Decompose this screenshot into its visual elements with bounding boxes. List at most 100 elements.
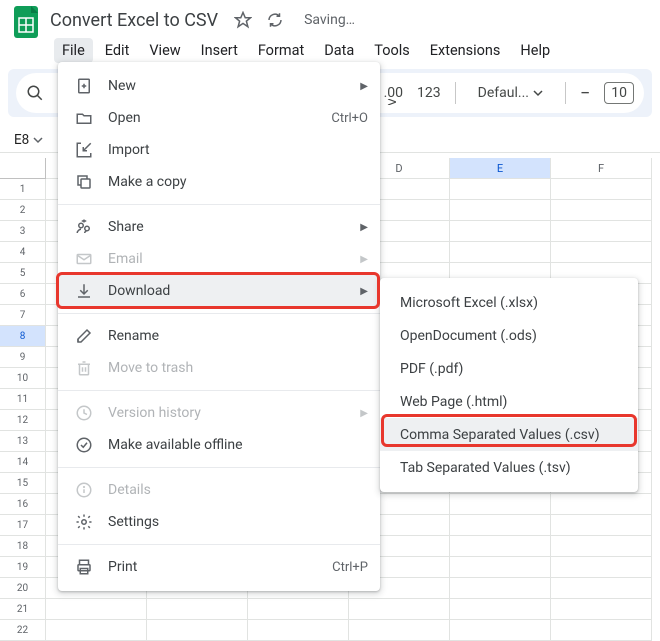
doc-title[interactable]: Convert Excel to CSV [50, 10, 218, 31]
font-picker[interactable]: Defaul... [470, 81, 551, 105]
divider [58, 390, 380, 391]
row-header-11[interactable]: 11 [0, 389, 46, 410]
menu-open[interactable]: Open Ctrl+O [58, 102, 380, 134]
row-header-4[interactable]: 4 [0, 242, 46, 263]
menu-download[interactable]: Download ▶ [58, 275, 380, 307]
row-header-10[interactable]: 10 [0, 368, 46, 389]
font-size-minus[interactable]: − [580, 83, 590, 104]
cell-E20[interactable] [450, 578, 551, 599]
font-name: Defaul... [478, 85, 529, 101]
star-icon[interactable] [234, 11, 252, 29]
cell-E3[interactable] [450, 221, 551, 242]
menu-insert[interactable]: Insert [193, 38, 246, 63]
download-xlsx[interactable]: Microsoft Excel (.xlsx) [380, 286, 638, 319]
trash-icon [74, 359, 94, 377]
download-ods[interactable]: OpenDocument (.ods) [380, 319, 638, 352]
col-header-F[interactable]: F [551, 158, 652, 179]
menu-offline[interactable]: Make available offline [58, 429, 380, 461]
increase-decimal[interactable]: .00 [384, 85, 403, 101]
menu-print[interactable]: Print Ctrl+P [58, 551, 380, 583]
row-header-22[interactable]: 22 [0, 620, 46, 641]
menu-settings[interactable]: Settings [58, 506, 380, 538]
divider [58, 313, 380, 314]
row-header-15[interactable]: 15 [0, 473, 46, 494]
submenu-arrow-icon: ▶ [360, 408, 368, 419]
col-header-E[interactable]: E [450, 158, 551, 179]
row-header-5[interactable]: 5 [0, 263, 46, 284]
cell-F20[interactable] [551, 578, 652, 599]
menu-data[interactable]: Data [316, 38, 362, 63]
row-header-12[interactable]: 12 [0, 410, 46, 431]
file-menu-dropdown: New ▶ Open Ctrl+O Import Make a copy Sha… [58, 62, 380, 591]
row-header-1[interactable]: 1 [0, 179, 46, 200]
cell-D22[interactable] [349, 620, 450, 641]
row-header-8[interactable]: 8 [0, 326, 46, 347]
menu-rename[interactable]: Rename [58, 320, 380, 352]
row-header-17[interactable]: 17 [0, 515, 46, 536]
cell-F4[interactable] [551, 242, 652, 263]
cell-F19[interactable] [551, 557, 652, 578]
row-header-3[interactable]: 3 [0, 221, 46, 242]
row-header-19[interactable]: 19 [0, 557, 46, 578]
search-icon[interactable] [26, 84, 44, 102]
download-html[interactable]: Web Page (.html) [380, 385, 638, 418]
cell-E18[interactable] [450, 536, 551, 557]
cell-E4[interactable] [450, 242, 551, 263]
divider [58, 544, 380, 545]
menu-extensions[interactable]: Extensions [422, 38, 509, 63]
cell-E17[interactable] [450, 515, 551, 536]
offline-icon [74, 436, 94, 454]
cell-F2[interactable] [551, 200, 652, 221]
row-header-13[interactable]: 13 [0, 431, 46, 452]
cell-E16[interactable] [450, 494, 551, 515]
email-icon [74, 250, 94, 268]
row-header-9[interactable]: 9 [0, 347, 46, 368]
row-header-16[interactable]: 16 [0, 494, 46, 515]
divider [58, 467, 380, 468]
divider [58, 204, 380, 205]
menu-help[interactable]: Help [512, 38, 558, 63]
titlebar: Convert Excel to CSV Saving… [0, 0, 660, 34]
menu-email: Email ▶ [58, 243, 380, 275]
cell-B22[interactable] [147, 620, 248, 641]
cell-E1[interactable] [450, 179, 551, 200]
menu-make-copy[interactable]: Make a copy [58, 166, 380, 198]
row-header-2[interactable]: 2 [0, 200, 46, 221]
row-header-18[interactable]: 18 [0, 536, 46, 557]
row-header-14[interactable]: 14 [0, 452, 46, 473]
cell-E2[interactable] [450, 200, 551, 221]
new-file-icon [74, 77, 94, 95]
cell-F18[interactable] [551, 536, 652, 557]
row-header-6[interactable]: 6 [0, 284, 46, 305]
cell-F1[interactable] [551, 179, 652, 200]
cell-E19[interactable] [450, 557, 551, 578]
font-size-input[interactable]: 10 [604, 82, 634, 104]
cell-reference: E8 [14, 132, 29, 148]
cell-F16[interactable] [551, 494, 652, 515]
cell-F3[interactable] [551, 221, 652, 242]
menu-format[interactable]: Format [250, 38, 312, 63]
cell-C22[interactable] [248, 620, 349, 641]
info-icon [74, 481, 94, 499]
cell-F17[interactable] [551, 515, 652, 536]
menu-view[interactable]: View [141, 38, 188, 63]
cloud-sync-icon[interactable] [266, 11, 284, 29]
row-header-20[interactable]: 20 [0, 578, 46, 599]
folder-icon [74, 109, 94, 127]
sheets-icon[interactable] [12, 4, 40, 40]
menu-file[interactable]: File [54, 38, 93, 63]
row-header-7[interactable]: 7 [0, 305, 46, 326]
cell-E22[interactable] [450, 620, 551, 641]
cell-A22[interactable] [46, 620, 147, 641]
menu-tools[interactable]: Tools [366, 38, 418, 63]
menu-new[interactable]: New ▶ [58, 70, 380, 102]
download-tsv[interactable]: Tab Separated Values (.tsv) [380, 451, 638, 484]
download-csv[interactable]: Comma Separated Values (.csv) [380, 418, 638, 451]
number-format-123[interactable]: 123 [417, 85, 441, 101]
menu-edit[interactable]: Edit [97, 38, 138, 63]
menu-share[interactable]: Share ▶ [58, 211, 380, 243]
download-submenu: Microsoft Excel (.xlsx) OpenDocument (.o… [380, 278, 638, 492]
download-pdf[interactable]: PDF (.pdf) [380, 352, 638, 385]
cell-F22[interactable] [551, 620, 652, 641]
menu-import[interactable]: Import [58, 134, 380, 166]
